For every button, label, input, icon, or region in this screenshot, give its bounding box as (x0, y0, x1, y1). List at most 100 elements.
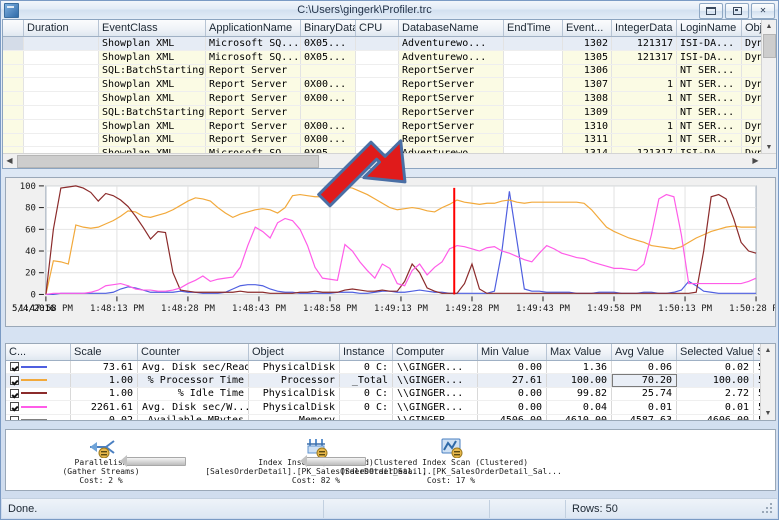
table-cell[interactable]: NT SER... (676, 91, 742, 106)
counter-name[interactable]: Available MBytes (137, 414, 249, 420)
table-cell[interactable]: Microsoft SQ... (205, 50, 301, 65)
table-cell[interactable]: Report Server (205, 119, 301, 134)
table-cell[interactable] (23, 91, 99, 106)
table-cell[interactable]: 1 (611, 91, 677, 106)
counter-avg-value[interactable]: 25.74 (611, 387, 677, 402)
counter-scale[interactable]: 1.00 (70, 387, 138, 402)
table-cell[interactable]: NT SER... (676, 133, 742, 148)
table-cell[interactable] (503, 91, 563, 106)
table-cell[interactable] (503, 77, 563, 93)
counter-column-header-computer[interactable]: Computer (392, 344, 478, 361)
table-cell[interactable] (23, 50, 99, 65)
hscroll-thumb[interactable] (17, 155, 319, 168)
counter-computer[interactable]: \\GINGER... (392, 373, 478, 388)
table-cell[interactable]: Dynamic SQL (741, 50, 762, 65)
table-cell[interactable] (503, 105, 563, 120)
table-row[interactable]: SQL:BatchStarting Report Server ReportServ… (3, 64, 762, 79)
table-cell[interactable]: 0X00... (300, 91, 356, 106)
table-cell[interactable] (355, 91, 399, 106)
counter-computer[interactable]: \\GINGER... (392, 360, 478, 375)
table-cell[interactable]: NT SER... (676, 105, 742, 120)
table-row[interactable]: Showplan XML Microsoft SQ... 0X05... Advent… (3, 36, 762, 51)
table-cell[interactable]: 1 (611, 119, 677, 134)
table-cell[interactable] (611, 64, 677, 79)
table-cell[interactable]: 121317 (611, 50, 677, 65)
table-cell[interactable]: 0X00... (300, 119, 356, 134)
counter-checkbox[interactable] (10, 388, 19, 398)
row-gutter[interactable] (3, 119, 24, 134)
table-cell[interactable]: Report Server (205, 105, 301, 120)
counter-max-value[interactable]: 1.36 (546, 360, 612, 375)
counter-scale[interactable]: 1.00 (70, 373, 138, 388)
counter-min-value[interactable]: 0.00 (477, 400, 547, 415)
table-cell[interactable]: Showplan XML (98, 36, 206, 51)
counter-max-value[interactable]: 99.82 (546, 387, 612, 402)
scroll-right-icon[interactable]: ▶ (749, 154, 762, 167)
counter-instance[interactable]: 0 C: (339, 400, 393, 415)
table-cell[interactable] (300, 105, 356, 120)
trace-column-header-objectname[interactable]: ObjectName (741, 20, 762, 37)
trace-column-header-cpu[interactable]: CPU (355, 20, 399, 37)
counter-instance[interactable] (339, 414, 393, 420)
counter-min-value[interactable]: 0.00 (477, 360, 547, 375)
counter-scale[interactable]: 2261.61 (70, 400, 138, 415)
table-cell[interactable]: Dynamic SQL (741, 133, 762, 148)
table-cell[interactable] (355, 64, 399, 79)
table-cell[interactable]: Report Server (205, 91, 301, 106)
counters-scroll-down-icon[interactable]: ▼ (761, 407, 775, 420)
table-cell[interactable]: SQL:BatchStarting (98, 64, 206, 79)
table-cell[interactable]: NT SER... (676, 119, 742, 134)
counter-name[interactable]: Avg. Disk sec/Read (137, 360, 249, 375)
counter-object[interactable]: PhysicalDisk (248, 400, 340, 415)
row-gutter[interactable] (3, 64, 24, 79)
counter-visibility-cell[interactable] (6, 360, 71, 375)
counter-selected-value[interactable]: 4606.00 (676, 414, 754, 420)
plan-operator-clustered-index-scan[interactable]: Clustered Index Scan (Clustered) [SalesO… (306, 436, 596, 485)
table-row[interactable]: Showplan XML Report Server 0X00... ReportSe… (3, 119, 762, 134)
table-cell[interactable]: ReportServer (398, 91, 504, 106)
table-cell[interactable]: Dynamic SQL (741, 91, 762, 106)
trace-column-header-loginname[interactable]: LoginName (676, 20, 742, 37)
table-cell[interactable]: 1 (611, 133, 677, 148)
trace-column-header-duration[interactable]: Duration (23, 20, 99, 37)
trace-column-header-endtime[interactable]: EndTime (503, 20, 563, 37)
table-cell[interactable]: 0X05... (300, 36, 356, 51)
table-cell[interactable]: Report Server (205, 133, 301, 148)
counter-visibility-cell[interactable] (6, 414, 71, 420)
row-gutter[interactable] (3, 36, 24, 51)
table-cell[interactable]: Showplan XML (98, 91, 206, 106)
table-cell[interactable] (611, 105, 677, 120)
table-cell[interactable]: 121317 (611, 36, 677, 51)
table-cell[interactable]: 1 (611, 77, 677, 93)
trace-events-grid[interactable]: Duration EventClass ApplicationName BinaryD… (2, 19, 777, 169)
counter-column-header-counter[interactable]: Counter (137, 344, 249, 361)
counter-instance[interactable]: _Total (339, 373, 393, 388)
counter-selected-value[interactable]: 2.72 (676, 387, 754, 402)
table-cell[interactable]: Report Server (205, 64, 301, 79)
counter-column-header-minvalue[interactable]: Min Value (477, 344, 547, 361)
table-cell[interactable] (503, 64, 563, 79)
table-cell[interactable] (503, 50, 563, 65)
list-item[interactable]: 0.02Available MBytesMemory \\GINGER...450… (6, 414, 761, 420)
counter-selected-value[interactable]: 0.01 (676, 400, 754, 415)
scroll-up-icon[interactable]: ▲ (762, 20, 776, 33)
table-row[interactable]: SQL:BatchStarting Report Server ReportServ… (3, 105, 762, 120)
counter-name[interactable]: Avg. Disk sec/W... (137, 400, 249, 415)
table-cell[interactable] (355, 50, 399, 65)
table-cell[interactable] (741, 105, 762, 120)
counter-visibility-cell[interactable] (6, 373, 71, 388)
counter-max-value[interactable]: 0.04 (546, 400, 612, 415)
counter-avg-value[interactable]: 0.06 (611, 360, 677, 375)
table-cell[interactable] (355, 105, 399, 120)
table-cell[interactable]: 1311 (562, 133, 612, 148)
counter-computer[interactable]: \\GINGER... (392, 400, 478, 415)
table-cell[interactable]: ReportServer (398, 105, 504, 120)
table-cell[interactable] (23, 64, 99, 79)
list-item[interactable]: 1.00% Idle Time PhysicalDisk 0 C: \\GINGER.… (6, 387, 761, 402)
table-cell[interactable]: Microsoft SQ... (205, 36, 301, 51)
counter-scale[interactable]: 73.61 (70, 360, 138, 375)
counter-selected-value[interactable]: 0.02 (676, 360, 754, 375)
counter-checkbox[interactable] (10, 375, 19, 385)
close-button[interactable]: ✕ (751, 3, 775, 19)
table-cell[interactable] (300, 64, 356, 79)
